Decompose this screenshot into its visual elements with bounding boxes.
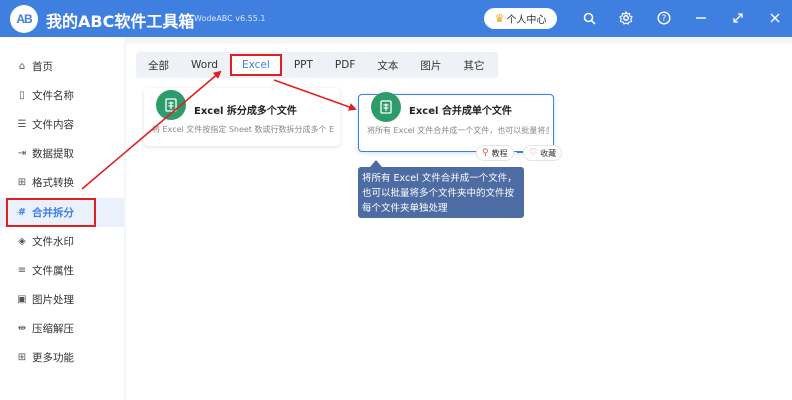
user-center-label: 个人中心: [506, 15, 547, 26]
minimize-icon[interactable]: [692, 9, 710, 27]
tab-image[interactable]: 图片: [410, 54, 451, 76]
card-title: Excel 合并成单个文件: [409, 106, 512, 117]
search-icon[interactable]: [580, 9, 598, 27]
logo-text: AB: [16, 12, 32, 26]
file-property-icon: ≡: [17, 265, 27, 276]
home-icon: ⌂: [18, 61, 26, 72]
data-extract-icon: ⇥: [17, 148, 27, 159]
sidebar-item-more[interactable]: ⊞ 更多功能: [0, 343, 124, 372]
image-icon: ▣: [17, 294, 27, 305]
sidebar-item-label: 文件属性: [32, 265, 74, 277]
main-panel: 全部 Word Excel PPT PDF 文本 图片 其它 Excel 拆分成…: [126, 44, 792, 400]
tool-card-excel-split[interactable]: Excel 拆分成多个文件 将 Excel 文件按指定 Sheet 数或行数拆分…: [144, 88, 340, 146]
heart-icon: ♡: [529, 148, 538, 158]
sidebar-item-label: 图片处理: [32, 294, 74, 306]
sidebar-item-label: 格式转换: [32, 177, 74, 189]
favorite-button[interactable]: ♡ 收藏: [523, 145, 563, 161]
tooltip-line: 也可以批量将多个文件夹中的文件按: [362, 188, 515, 199]
sidebar-item-label: 首页: [32, 61, 53, 73]
crown-icon: ♛: [494, 12, 505, 25]
app-title: 我的ABC软件工具箱: [46, 12, 195, 31]
tab-text[interactable]: 文本: [367, 54, 408, 76]
title-bar: AB 我的ABC软件工具箱 WodeABC v6.55.1 ♛ 个人中心 ?: [0, 0, 792, 37]
compress-icon: ⇹: [17, 323, 27, 334]
tab-pdf[interactable]: PDF: [325, 54, 365, 76]
excel-file-icon: [156, 90, 186, 120]
sidebar-item-compress[interactable]: ⇹ 压缩解压: [0, 314, 124, 343]
sidebar-item-home[interactable]: ⌂ 首页: [0, 52, 124, 81]
app-logo: AB: [10, 5, 38, 33]
sidebar-item-label: 数据提取: [32, 148, 74, 160]
tutorial-button[interactable]: ⚲ 教程: [476, 145, 514, 161]
tab-excel[interactable]: Excel: [230, 54, 282, 76]
card-tooltip: 将所有 Excel 文件合并成一个文件， 也可以批量将多个文件夹中的文件按 每个…: [358, 167, 524, 218]
tab-all[interactable]: 全部: [138, 54, 179, 76]
gear-icon[interactable]: [617, 9, 635, 27]
sidebar-item-label: 更多功能: [32, 352, 74, 364]
close-icon[interactable]: [766, 9, 784, 27]
maximize-icon[interactable]: [729, 9, 747, 27]
svg-text:?: ?: [662, 14, 667, 24]
sidebar-item-file-name[interactable]: ▯ 文件名称: [0, 81, 124, 110]
file-content-icon: ☰: [17, 119, 27, 130]
tab-ppt[interactable]: PPT: [284, 54, 323, 76]
card-title: Excel 拆分成多个文件: [194, 106, 297, 117]
tooltip-arrow: [370, 160, 382, 167]
tooltip-line: 每个文件夹单独处理: [362, 203, 448, 214]
sidebar-item-label: 文件名称: [32, 90, 74, 102]
sidebar-item-data-extract[interactable]: ⇥ 数据提取: [0, 139, 124, 168]
sidebar-item-file-content[interactable]: ☰ 文件内容: [0, 110, 124, 139]
file-name-icon: ▯: [19, 90, 25, 101]
sidebar-item-watermark[interactable]: ◈ 文件水印: [0, 227, 124, 256]
sidebar-item-label: 文件内容: [32, 119, 74, 131]
sidebar-item-label: 文件水印: [32, 236, 74, 248]
highlight-box-sidebar: [6, 198, 96, 227]
app-version: WodeABC v6.55.1: [194, 14, 266, 23]
watermark-icon: ◈: [18, 236, 26, 247]
user-center-button[interactable]: ♛ 个人中心: [484, 8, 557, 29]
format-convert-icon: ⊞: [17, 177, 27, 188]
tutorial-label: 教程: [491, 148, 508, 158]
tool-card-excel-merge[interactable]: Excel 合并成单个文件 将所有 Excel 文件合并成一个文件，也可以批量将…: [358, 92, 554, 152]
tab-other[interactable]: 其它: [453, 54, 494, 76]
card-description: 将 Excel 文件按指定 Sheet 数或行数拆分成多个 Exc: [152, 125, 334, 134]
location-pin-icon: ⚲: [482, 148, 489, 158]
sidebar-item-file-property[interactable]: ≡ 文件属性: [0, 256, 124, 285]
help-icon[interactable]: ?: [655, 9, 673, 27]
category-tabs: 全部 Word Excel PPT PDF 文本 图片 其它: [136, 52, 499, 78]
sidebar-item-format-convert[interactable]: ⊞ 格式转换: [0, 168, 124, 197]
excel-file-icon: [371, 92, 401, 122]
tab-word[interactable]: Word: [181, 54, 228, 76]
sidebar-item-label: 压缩解压: [32, 323, 74, 335]
tooltip-line: 将所有 Excel 文件合并成一个文件，: [362, 173, 517, 184]
favorite-label: 收藏: [540, 148, 557, 158]
sidebar-item-image[interactable]: ▣ 图片处理: [0, 285, 124, 314]
more-icon: ⊞: [17, 352, 27, 363]
card-description: 将所有 Excel 文件合并成一个文件，也可以批量将多: [367, 126, 549, 135]
